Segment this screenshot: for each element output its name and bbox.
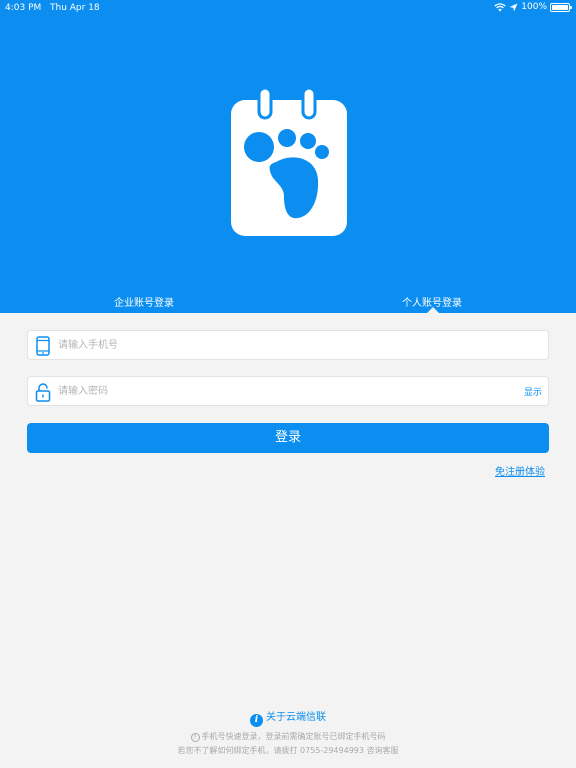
show-password-toggle[interactable]: 显示 (524, 385, 542, 398)
battery-icon (550, 2, 572, 12)
tab-enterprise-login[interactable]: 企业账号登录 (114, 294, 174, 309)
active-tab-indicator (427, 307, 439, 313)
phone-input[interactable] (58, 331, 528, 359)
status-date: Thu Apr 18 (50, 3, 100, 13)
status-time: 4:03 PM (5, 3, 42, 13)
login-tabs: 企业账号登录 个人账号登录 (0, 288, 576, 313)
status-bar: 4:03 PM Thu Apr 18 100% (0, 0, 576, 16)
note-text-1: 手机号快速登录，登录前需确定账号已绑定手机号码 (201, 732, 386, 741)
location-arrow-icon (509, 3, 518, 11)
about-label: 关于云端信联 (266, 712, 326, 723)
login-button[interactable]: 登录 (27, 423, 549, 453)
footprint-calendar-logo-icon (231, 88, 347, 236)
status-right: 100% (494, 2, 572, 12)
about-link[interactable]: i 关于云端信联 (0, 708, 576, 727)
trial-without-registration-link[interactable]: 免注册体验 (495, 463, 545, 478)
question-icon: ? (190, 733, 200, 742)
info-icon: i (250, 714, 263, 727)
phone-icon (36, 336, 50, 356)
login-note-line1: ? 手机号快速登录，登录前需确定账号已绑定手机号码 (0, 731, 576, 742)
header-banner: 4:03 PM Thu Apr 18 100% 企业账号登录 个人账号登录 (0, 0, 576, 313)
phone-field[interactable] (27, 330, 549, 360)
wifi-icon (494, 2, 506, 11)
password-input[interactable] (58, 377, 528, 405)
unlock-icon (35, 383, 51, 402)
password-field[interactable]: 显示 (27, 376, 549, 406)
battery-percent: 100% (521, 2, 547, 12)
login-note-line2: 若您不了解如何绑定手机，请拨打 0755-29494993 咨询客服 (177, 746, 399, 755)
